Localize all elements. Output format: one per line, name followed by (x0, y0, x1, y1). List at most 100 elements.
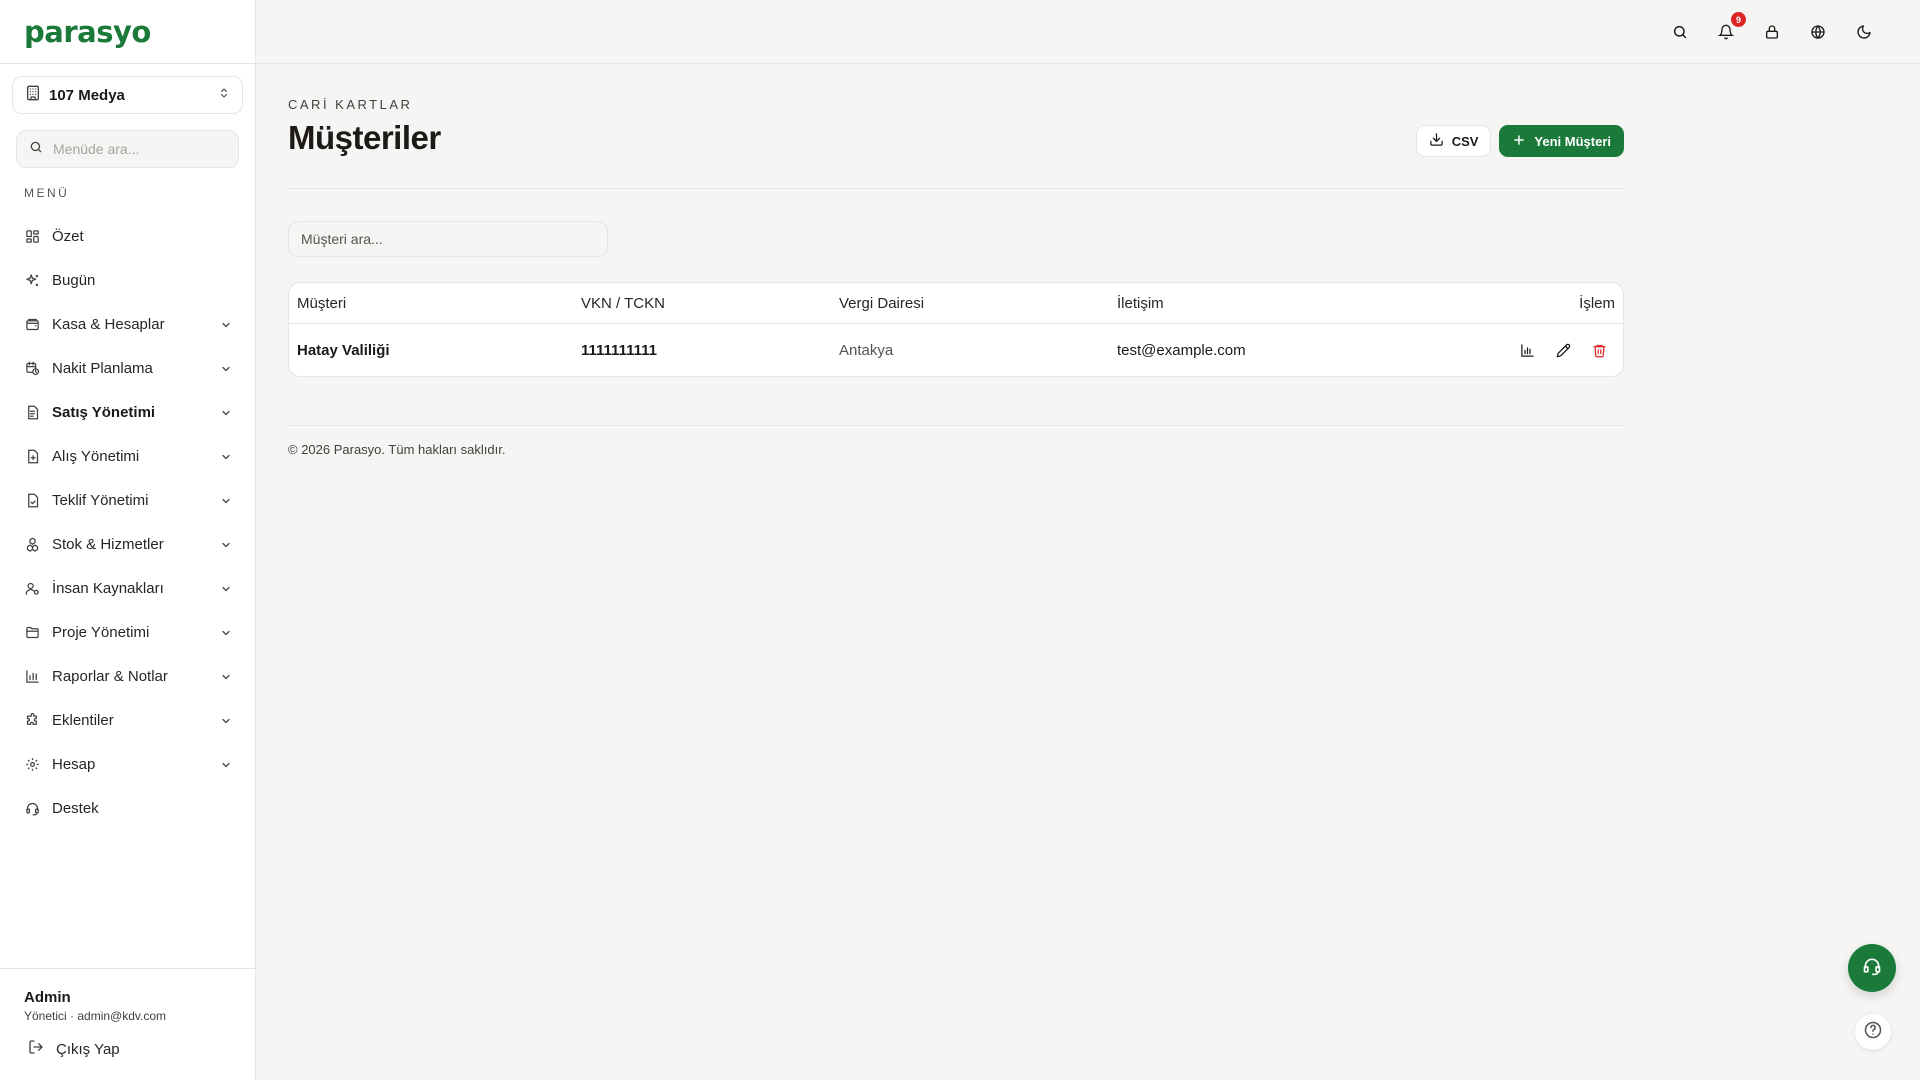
logout-icon (28, 1039, 44, 1060)
user-panel: Admin Yönetici · admin@kdv.com Çıkış Yap (0, 968, 255, 1080)
gear-icon (24, 756, 40, 772)
company-name: 107 Medya (49, 86, 125, 104)
file-check-icon (24, 492, 40, 508)
sidebar-item-label: Kasa & Hesaplar (52, 315, 165, 333)
sidebar-item-hesap[interactable]: Hesap (12, 742, 244, 786)
edit-pencil-icon[interactable] (1555, 342, 1571, 358)
search-icon[interactable] (1668, 20, 1692, 44)
sidebar-item-label: Hesap (52, 755, 96, 773)
sidebar-item-raporlar-notlar[interactable]: Raporlar & Notlar (12, 654, 244, 698)
lock-icon[interactable] (1760, 20, 1784, 44)
sidebar-item-proje-yonetimi[interactable]: Proje Yönetimi (12, 610, 244, 654)
user-cog-icon (24, 580, 40, 596)
customer-search (288, 221, 608, 257)
logout-button[interactable]: Çıkış Yap (28, 1039, 231, 1060)
sidebar-item-stok-hizmetler[interactable]: Stok & Hizmetler (12, 522, 244, 566)
sidebar-item-label: Teklif Yönetimi (52, 491, 149, 509)
sidebar-item-label: İnsan Kaynakları (52, 579, 164, 597)
column-header-vkn[interactable]: VKN / TCKN (581, 283, 665, 323)
moon-icon[interactable] (1852, 20, 1876, 44)
customers-table: Müşteri VKN / TCKN Vergi Dairesi İletişi… (288, 282, 1624, 377)
sparkles-icon (24, 272, 40, 288)
footer-copyright: © 2026 Parasyo. Tüm hakları saklıdır. (288, 442, 506, 457)
sidebar-item-teklif-yonetimi[interactable]: Teklif Yönetimi (12, 478, 244, 522)
chevron-down-icon (220, 406, 232, 418)
column-header-tax-office[interactable]: Vergi Dairesi (839, 283, 924, 323)
sidebar-item-label: Eklentiler (52, 711, 114, 729)
logout-label: Çıkış Yap (56, 1041, 120, 1058)
chevron-down-icon (220, 450, 232, 462)
sidebar-item-label: Nakit Planlama (52, 359, 153, 377)
new-customer-button[interactable]: Yeni Müşteri (1499, 125, 1624, 157)
company-selector[interactable]: 107 Medya (12, 76, 243, 114)
sidebar-item-label: Alış Yönetimi (52, 447, 140, 465)
bar-chart-icon (24, 668, 40, 684)
chevron-down-icon (220, 714, 232, 726)
question-circle-icon (1863, 1020, 1883, 1045)
chevrons-up-down-icon (218, 86, 230, 104)
sidebar-item-bugun[interactable]: Bugün (12, 258, 244, 302)
building-icon (25, 85, 41, 106)
sidebar-nav: Özet Bugün Kasa & Hesaplar Nakit Planlam… (12, 214, 244, 830)
globe-icon[interactable] (1806, 20, 1830, 44)
user-name: Admin (24, 989, 71, 1006)
chevron-down-icon (220, 582, 232, 594)
sidebar-item-alis-yonetimi[interactable]: Alış Yönetimi (12, 434, 244, 478)
chevron-down-icon (220, 318, 232, 330)
chevron-down-icon (220, 362, 232, 374)
sidebar-item-label: Stok & Hizmetler (52, 535, 164, 553)
column-header-customer[interactable]: Müşteri (297, 283, 346, 323)
sidebar-item-label: Destek (52, 799, 99, 817)
customer-search-input[interactable] (289, 222, 607, 256)
table-row[interactable]: Hatay Valiliği 1111111111 Antakya test@e… (289, 324, 1623, 376)
brand-logo[interactable]: parasyo (24, 15, 151, 49)
customer-name[interactable]: Hatay Valiliği (297, 324, 390, 376)
puzzle-icon (24, 712, 40, 728)
chevron-down-icon (220, 494, 232, 506)
customer-vkn: 1111111111 (581, 341, 657, 359)
sidebar: parasyo 107 Medya MENÜ Özet Bugün Kasa &… (0, 0, 256, 1080)
grid-icon (24, 228, 40, 244)
chevron-down-icon (220, 758, 232, 770)
customer-contact: test@example.com (1117, 341, 1246, 359)
headset-icon (24, 800, 40, 816)
sidebar-item-insan-kaynaklari[interactable]: İnsan Kaynakları (12, 566, 244, 610)
file-plus-icon (24, 448, 40, 464)
menu-search (16, 130, 239, 168)
sidebar-item-eklentiler[interactable]: Eklentiler (12, 698, 244, 742)
headset-icon (1862, 956, 1882, 981)
csv-label: CSV (1451, 133, 1479, 149)
sidebar-item-kasa-hesaplar[interactable]: Kasa & Hesaplar (12, 302, 244, 346)
statement-chart-icon[interactable] (1519, 342, 1535, 358)
sidebar-item-label: Bugün (52, 271, 96, 289)
column-header-actions: İşlem (1579, 294, 1615, 312)
sidebar-item-label: Proje Yönetimi (52, 623, 150, 641)
notification-badge: 9 (1731, 12, 1746, 27)
topbar-actions: 9 (1668, 0, 1876, 64)
chevron-down-icon (220, 670, 232, 682)
sidebar-item-label: Raporlar & Notlar (52, 667, 168, 685)
sidebar-item-nakit-planlama[interactable]: Nakit Planlama (12, 346, 244, 390)
folder-icon (24, 624, 40, 640)
header-divider (288, 188, 1624, 189)
logo-area: parasyo (0, 0, 255, 64)
help-button[interactable] (1855, 1014, 1891, 1050)
topbar: 9 (256, 0, 1920, 64)
footer-divider (288, 425, 1624, 426)
sidebar-item-destek[interactable]: Destek (12, 786, 244, 830)
new-customer-label: Yeni Müşteri (1534, 133, 1611, 149)
delete-trash-icon[interactable] (1591, 342, 1607, 358)
column-header-contact[interactable]: İletişim (1117, 283, 1164, 323)
support-chat-button[interactable] (1848, 944, 1896, 992)
menu-search-input[interactable] (53, 141, 223, 157)
csv-export-button[interactable]: CSV (1415, 125, 1492, 157)
page-actions: CSV Yeni Müşteri (1415, 125, 1624, 157)
sidebar-item-ozet[interactable]: Özet (12, 214, 244, 258)
menu-section-label: MENÜ (24, 186, 70, 200)
wallet-icon (24, 316, 40, 332)
calendar-clock-icon (24, 360, 40, 376)
document-icon (24, 404, 40, 420)
breadcrumb: CARİ KARTLAR (288, 97, 413, 112)
bell-icon[interactable]: 9 (1714, 12, 1746, 44)
sidebar-item-satis-yonetimi[interactable]: Satış Yönetimi (12, 390, 244, 434)
